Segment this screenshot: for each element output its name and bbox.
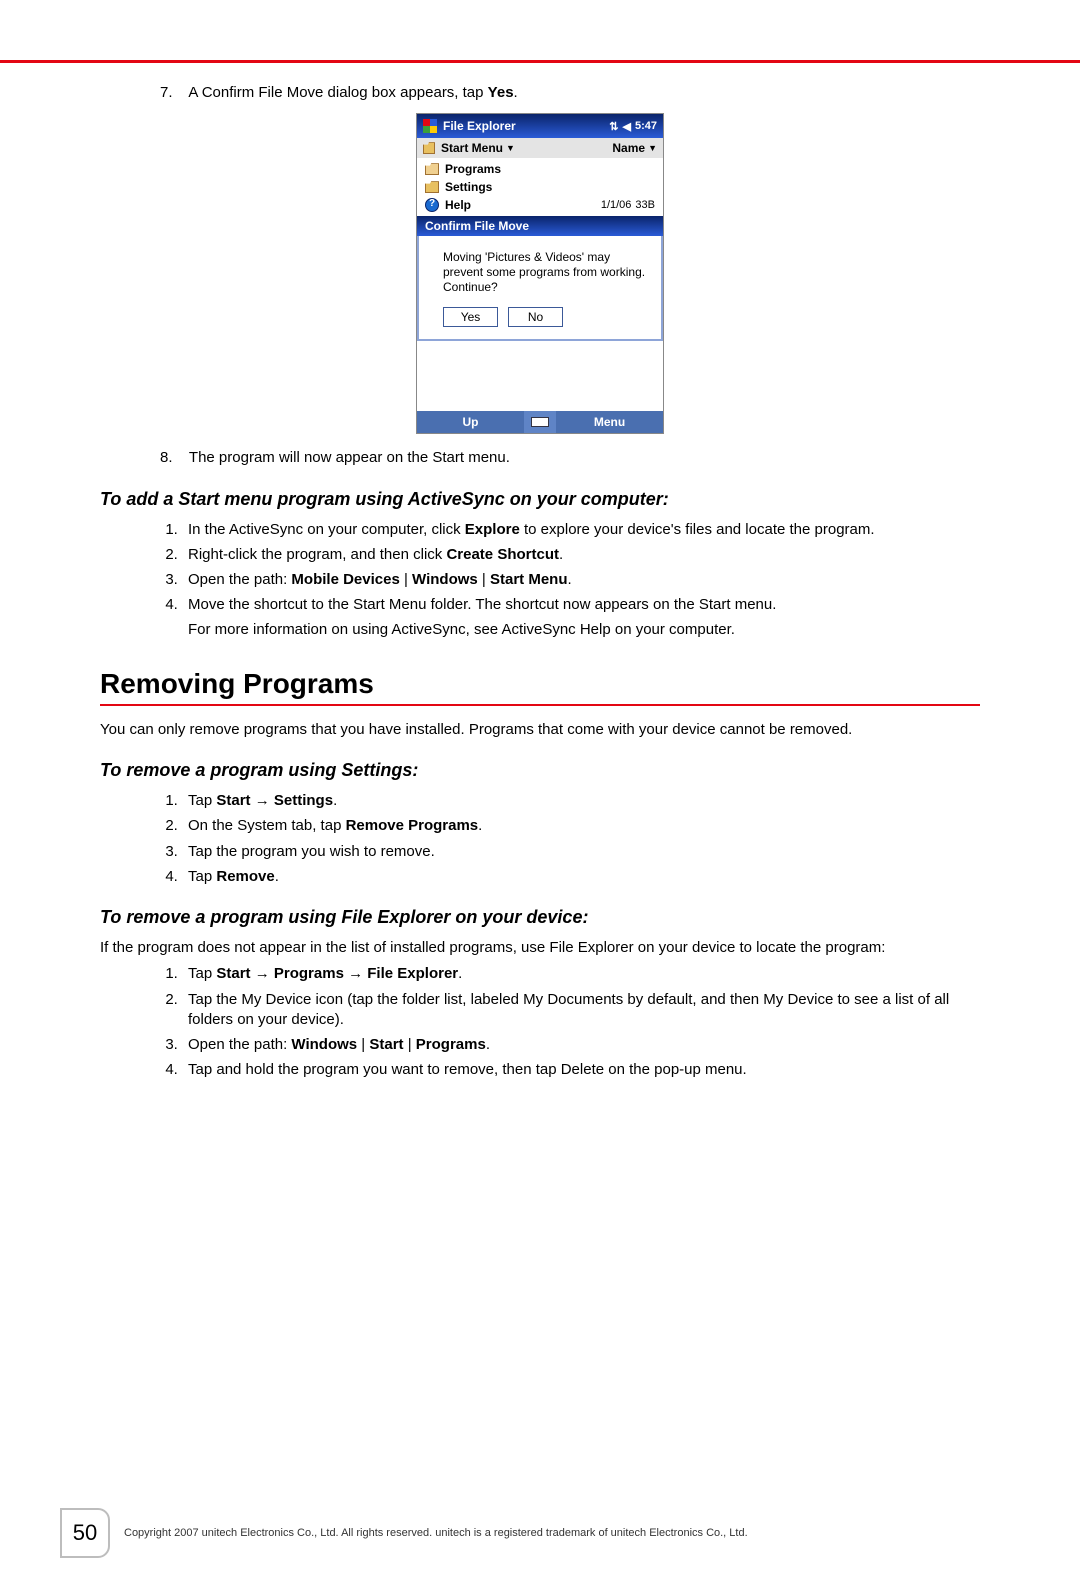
keyboard-icon <box>531 417 549 427</box>
remove-fe-intro: If the program does not appear in the li… <box>100 938 980 958</box>
subhead-remove-settings: To remove a program using Settings: <box>100 760 980 781</box>
list-item: Tap the My Device icon (tap the folder l… <box>182 990 980 1031</box>
wm-title: File Explorer <box>443 119 516 133</box>
list-item: On the System tab, tap Remove Programs. <box>182 816 980 836</box>
row-date: 1/1/06 <box>601 199 636 211</box>
heading-removing-programs: Removing Programs <box>100 668 980 700</box>
list-item: Open the path: Windows | Start | Program… <box>182 1035 980 1055</box>
list-activesync: In the ActiveSync on your computer, clic… <box>182 520 980 640</box>
breadcrumb-label: Start Menu <box>441 141 503 155</box>
page-body: 7. A Confirm File Move dialog box appear… <box>0 63 1080 1081</box>
step-7-text-a: A Confirm File Move dialog box appears, … <box>188 84 487 101</box>
list-item: Move the shortcut to the Start Menu fold… <box>182 595 980 640</box>
step-7-bold: Yes <box>488 84 514 101</box>
wm-breadcrumb[interactable]: Start Menu ▼ Name ▼ <box>417 138 663 158</box>
list-item: Tap Remove. <box>182 867 980 887</box>
dialog-title: Confirm File Move <box>417 216 663 236</box>
signal-icon: ⇅ <box>609 120 618 133</box>
chevron-down-icon: ▼ <box>506 143 515 153</box>
start-flag-icon <box>423 119 437 133</box>
yes-button[interactable]: Yes <box>443 307 498 327</box>
softkey-up[interactable]: Up <box>417 415 524 429</box>
speaker-icon: ◀ <box>623 120 631 133</box>
keyboard-button[interactable] <box>524 411 556 433</box>
subhead-activesync: To add a Start menu program using Active… <box>100 489 980 510</box>
step-7-text-b: . <box>514 84 518 101</box>
list-item: Tap Start → Programs → File Explorer. <box>182 964 980 984</box>
list-remove-settings: Tap Start → Settings. On the System tab,… <box>182 791 980 887</box>
page-footer: 50 Copyright 2007 unitech Electronics Co… <box>0 1508 1080 1558</box>
list-item: Tap Start → Settings. <box>182 791 980 811</box>
dialog-message: Moving 'Pictures & Videos' may prevent s… <box>443 250 649 295</box>
page-number: 50 <box>73 1520 97 1546</box>
list-remove-fileexplorer: Tap Start → Programs → File Explorer. Ta… <box>182 964 980 1080</box>
subhead-remove-fileexplorer: To remove a program using File Explorer … <box>100 907 980 928</box>
list-item: In the ActiveSync on your computer, clic… <box>182 520 980 540</box>
red-rule <box>100 704 980 706</box>
wm-file-list: Programs Settings Help 1/1/06 33B <box>417 158 663 216</box>
step-8-text: The program will now appear on the Start… <box>189 449 510 466</box>
list-item: Tap the program you wish to remove. <box>182 842 980 862</box>
list-item[interactable]: Settings <box>417 178 663 196</box>
list-item: Open the path: Mobile Devices | Windows … <box>182 570 980 590</box>
row-size: 33B <box>635 199 655 211</box>
step-8: 8. The program will now appear on the St… <box>160 448 980 468</box>
step-8-num: 8. <box>160 448 185 468</box>
copyright-text: Copyright 2007 unitech Electronics Co., … <box>124 1527 980 1539</box>
step-7: 7. A Confirm File Move dialog box appear… <box>160 83 980 103</box>
help-icon <box>425 198 439 212</box>
softkey-menu[interactable]: Menu <box>556 415 663 429</box>
folder-open-icon <box>425 163 439 175</box>
list-item[interactable]: Programs <box>417 160 663 178</box>
list-item[interactable]: Help 1/1/06 33B <box>417 196 663 214</box>
list-item: Tap and hold the program you want to rem… <box>182 1060 980 1080</box>
folder-icon <box>425 181 439 193</box>
folder-icon <box>423 142 435 154</box>
removing-intro: You can only remove programs that you ha… <box>100 720 980 740</box>
step-7-num: 7. <box>160 83 185 103</box>
row-name: Help <box>445 198 471 212</box>
page-number-badge: 50 <box>60 1508 110 1558</box>
row-name: Settings <box>445 180 492 194</box>
no-button[interactable]: No <box>508 307 563 327</box>
device-screenshot: File Explorer ⇅ ◀ 5:47 Start Menu ▼ Name… <box>416 113 664 434</box>
chevron-down-icon: ▼ <box>648 143 657 153</box>
sort-label: Name <box>612 141 645 155</box>
wm-time: 5:47 <box>635 120 657 132</box>
row-name: Programs <box>445 162 501 176</box>
dialog-body: Moving 'Pictures & Videos' may prevent s… <box>417 236 663 341</box>
wm-titlebar: File Explorer ⇅ ◀ 5:47 <box>417 114 663 138</box>
list-item: Right-click the program, and then click … <box>182 545 980 565</box>
wm-bottombar: Up Menu <box>417 411 663 433</box>
